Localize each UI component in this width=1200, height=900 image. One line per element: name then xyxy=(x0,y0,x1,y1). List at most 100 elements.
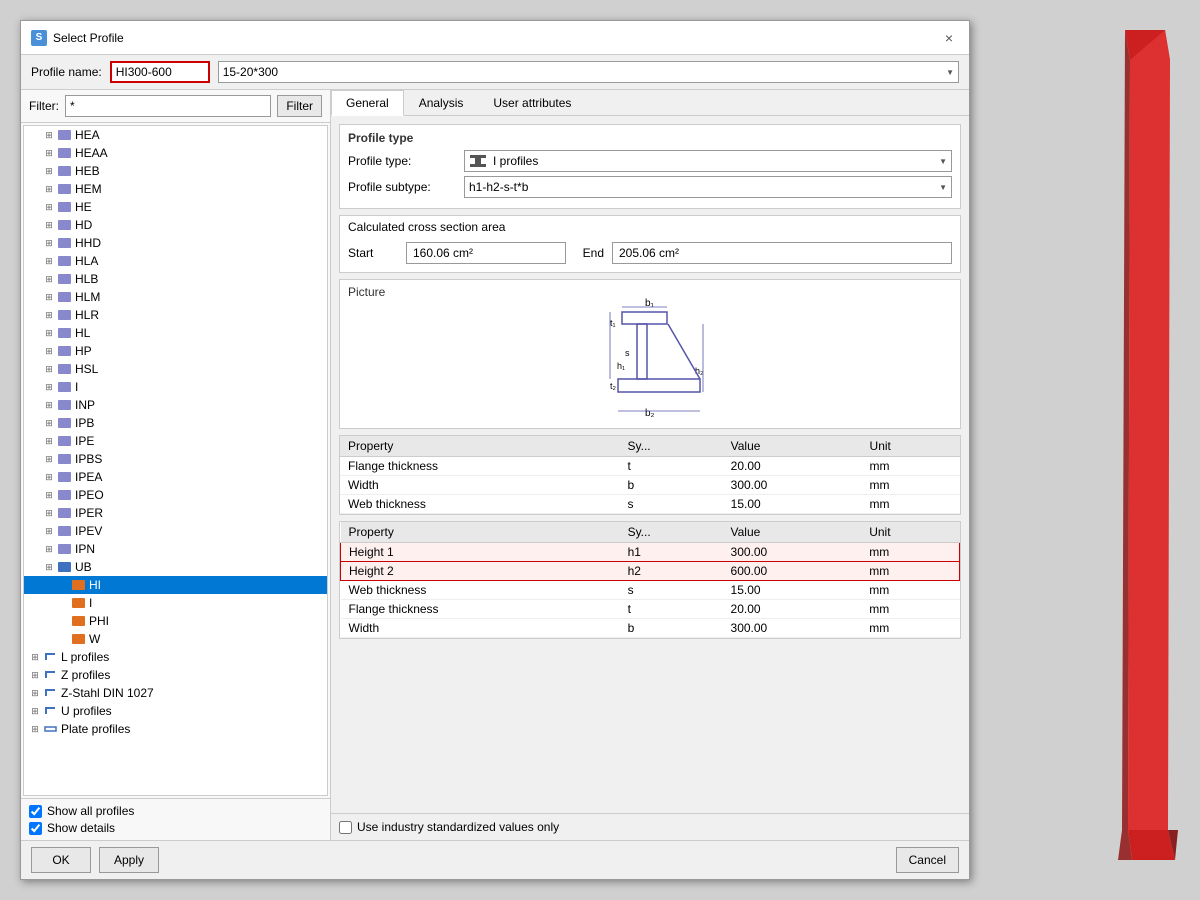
tree-item-hp[interactable]: ⊞ HP xyxy=(24,342,327,360)
tree-label: HLA xyxy=(75,254,98,268)
ibeam-icon xyxy=(56,453,72,465)
tree-label: INP xyxy=(75,398,95,412)
prop-name: Flange thickness xyxy=(340,457,620,476)
tree-label: IPBS xyxy=(75,452,102,466)
prop-sym: s xyxy=(620,581,723,600)
tree-item-hlr[interactable]: ⊞ HLR xyxy=(24,306,327,324)
cross-section-picture: b₁ t₁ s h₁ t₂ b₂ h₂ xyxy=(550,294,750,424)
expand-icon: ⊞ xyxy=(28,688,42,699)
tree-item-i[interactable]: ⊞ I xyxy=(24,378,327,396)
tree-item-hd[interactable]: ⊞ HD xyxy=(24,216,327,234)
profile-type-row: Profile type: I profiles ▼ xyxy=(348,150,952,172)
tree-label: HI xyxy=(89,578,101,592)
tree-item-ipn[interactable]: ⊞ IPN xyxy=(24,540,327,558)
tree-item-l-profiles[interactable]: ⊞ L profiles xyxy=(24,648,327,666)
tree-item-z-stahl[interactable]: ⊞ Z-Stahl DIN 1027 xyxy=(24,684,327,702)
bottom-bar: Use industry standardized values only xyxy=(331,813,969,840)
ibeam-icon xyxy=(56,363,72,375)
expand-icon: ⊞ xyxy=(42,544,56,555)
tree-item-hsl[interactable]: ⊞ HSL xyxy=(24,360,327,378)
prop-value: 20.00 xyxy=(723,600,862,619)
ibeam-icon xyxy=(56,471,72,483)
tree-item-he[interactable]: ⊞ HE xyxy=(24,198,327,216)
tree-item-hea[interactable]: ⊞ HEA xyxy=(24,126,327,144)
tree-item-hl[interactable]: ⊞ HL xyxy=(24,324,327,342)
tree-item-z-profiles[interactable]: ⊞ Z profiles xyxy=(24,666,327,684)
show-details-checkbox[interactable] xyxy=(29,822,42,835)
tree-item-iper[interactable]: ⊞ IPER xyxy=(24,504,327,522)
tabs-row: General Analysis User attributes xyxy=(331,90,969,116)
cancel-button[interactable]: Cancel xyxy=(896,847,959,873)
tree-item-inp[interactable]: ⊞ INP xyxy=(24,396,327,414)
tree-item-hhd[interactable]: ⊞ HHD xyxy=(24,234,327,252)
chevron-down-icon: ▼ xyxy=(946,68,954,77)
filter-input[interactable] xyxy=(65,95,271,117)
tree-item-ipe[interactable]: ⊞ IPE xyxy=(24,432,327,450)
profile-subtype-select[interactable]: h1-h2-s-t*b ▼ xyxy=(464,176,952,198)
prop-name: Web thickness xyxy=(341,581,620,600)
tab-general[interactable]: General xyxy=(331,90,404,116)
expand-icon: ⊞ xyxy=(42,346,56,357)
prop-value: 20.00 xyxy=(723,457,862,476)
tree-item-plate-profiles[interactable]: ⊞ Plate profiles xyxy=(24,720,327,738)
prop-value: 300.00 xyxy=(723,476,862,495)
tree-item-ub[interactable]: ⊞ UB xyxy=(24,558,327,576)
tree-item-u-profiles[interactable]: ⊞ U profiles xyxy=(24,702,327,720)
apply-button[interactable]: Apply xyxy=(99,847,159,873)
prop-sym: t xyxy=(620,457,723,476)
tree-item-phi[interactable]: PHI xyxy=(24,612,327,630)
prop-sym: h1 xyxy=(620,543,723,562)
orange-icon xyxy=(70,579,86,591)
prop-unit: mm xyxy=(861,581,959,600)
tree-item-ipbs[interactable]: ⊞ IPBS xyxy=(24,450,327,468)
tree-item-hi[interactable]: HI xyxy=(24,576,327,594)
tree-item-i2[interactable]: I xyxy=(24,594,327,612)
show-all-checkbox[interactable] xyxy=(29,805,42,818)
prop-value: 300.00 xyxy=(723,619,862,638)
expand-icon: ⊞ xyxy=(42,526,56,537)
tree-label: HHD xyxy=(75,236,101,250)
profile-name-dropdown[interactable]: 15-20*300 ▼ xyxy=(218,61,959,83)
zshape-icon xyxy=(42,669,58,681)
tree-item-ipb[interactable]: ⊞ IPB xyxy=(24,414,327,432)
profile-type-select[interactable]: I profiles ▼ xyxy=(464,150,952,172)
prop-unit: mm xyxy=(861,543,959,562)
tab-analysis[interactable]: Analysis xyxy=(404,90,479,115)
tree-item-hlm[interactable]: ⊞ HLM xyxy=(24,288,327,306)
tree-item-hem[interactable]: ⊞ HEM xyxy=(24,180,327,198)
expand-icon: ⊞ xyxy=(42,364,56,375)
tree-label: HP xyxy=(75,344,92,358)
show-details-row: Show details xyxy=(29,821,322,835)
profile-type-label: Profile type: xyxy=(348,154,458,168)
prop-name: Flange thickness xyxy=(341,600,620,619)
profile-subtype-label: Profile subtype: xyxy=(348,180,458,194)
ok-button[interactable]: OK xyxy=(31,847,91,873)
show-all-label: Show all profiles xyxy=(47,804,134,818)
tree-label: HL xyxy=(75,326,90,340)
table-row-height2: Height 2 h2 600.00 mm xyxy=(341,562,960,581)
title-bar: S Select Profile × xyxy=(21,21,969,55)
tree-item-ipea[interactable]: ⊞ IPEA xyxy=(24,468,327,486)
tree-label: U profiles xyxy=(61,704,112,718)
svg-text:t₂: t₂ xyxy=(610,381,617,391)
tree-item-ipeo[interactable]: ⊞ IPEO xyxy=(24,486,327,504)
tree-item-heb[interactable]: ⊞ HEB xyxy=(24,162,327,180)
industry-standard-label: Use industry standardized values only xyxy=(357,820,559,834)
expand-icon: ⊞ xyxy=(28,670,42,681)
tree-item-w[interactable]: W xyxy=(24,630,327,648)
profile-tree[interactable]: ⊞ HEA ⊞ HEAA ⊞ HEB ⊞ HEM xyxy=(23,125,328,796)
tree-item-hla[interactable]: ⊞ HLA xyxy=(24,252,327,270)
industry-standard-checkbox[interactable] xyxy=(339,821,352,834)
close-button[interactable]: × xyxy=(939,28,959,48)
tree-item-hlb[interactable]: ⊞ HLB xyxy=(24,270,327,288)
tree-item-ipev[interactable]: ⊞ IPEV xyxy=(24,522,327,540)
profile-name-input[interactable] xyxy=(110,61,210,83)
filter-button[interactable]: Filter xyxy=(277,95,322,117)
tab-user-attributes[interactable]: User attributes xyxy=(478,90,586,115)
tree-item-heaa[interactable]: ⊞ HEAA xyxy=(24,144,327,162)
ibeam-icon xyxy=(56,381,72,393)
expand-icon: ⊞ xyxy=(42,436,56,447)
ibeam-icon xyxy=(56,129,72,141)
orange-icon xyxy=(70,597,86,609)
table-row: Web thickness s 15.00 mm xyxy=(341,581,960,600)
